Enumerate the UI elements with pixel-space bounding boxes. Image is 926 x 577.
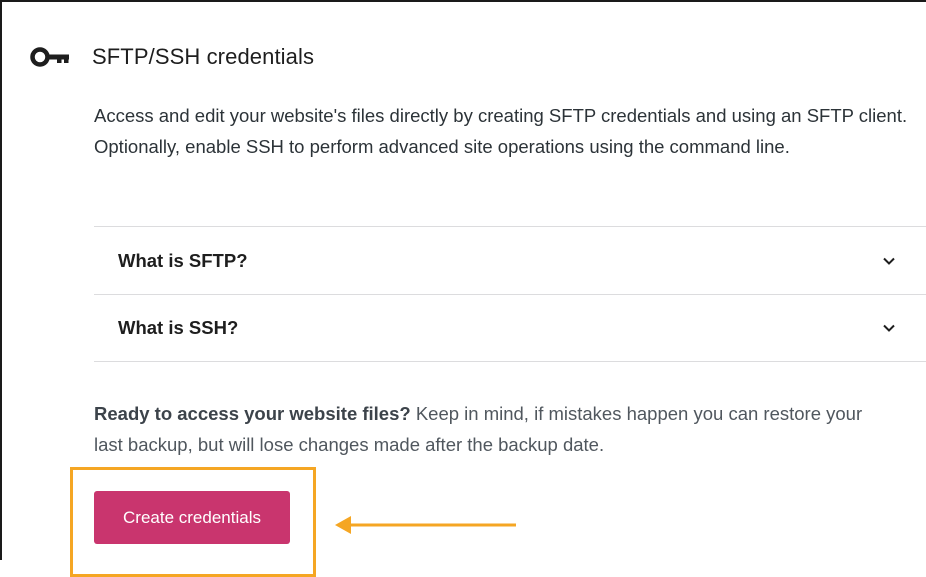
accordion-item-sftp[interactable]: What is SFTP? [94, 226, 926, 294]
section-header: SFTP/SSH credentials [30, 42, 314, 72]
section-description: Access and edit your website's files dir… [94, 105, 908, 157]
section-title: SFTP/SSH credentials [92, 44, 315, 69]
accordion-title: What is SSH? [118, 317, 239, 338]
faq-accordion: What is SFTP? What is SSH? [94, 226, 926, 362]
chevron-down-icon [883, 324, 895, 332]
create-credentials-button[interactable]: Create credentials [94, 491, 290, 544]
ready-notice: Ready to access your website files? Keep… [94, 398, 894, 460]
arrow-left-icon [335, 516, 516, 534]
ready-notice-bold: Ready to access your website files? [94, 403, 411, 424]
accordion-title: What is SFTP? [118, 249, 248, 271]
chevron-down-icon [883, 257, 895, 265]
key-icon [30, 47, 69, 67]
accordion-item-ssh[interactable]: What is SSH? [94, 294, 926, 362]
